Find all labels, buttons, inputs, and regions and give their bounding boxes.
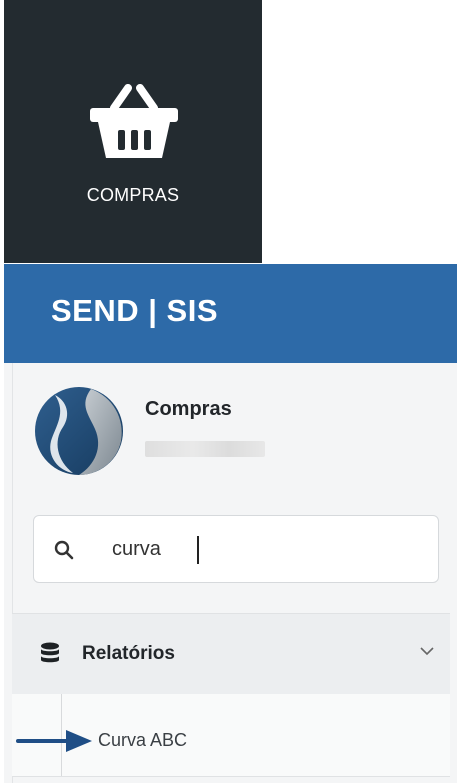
menu-item-curva-abc[interactable]: Curva ABC — [98, 730, 187, 751]
chevron-down-icon[interactable] — [420, 646, 434, 656]
sidebar-panel: Compras Relatórios Curva ABC — [4, 363, 457, 783]
section-label: Relatórios — [82, 643, 175, 664]
brand-title: SEND | SIS — [51, 293, 218, 328]
menu-section-relatorios[interactable]: Relatórios — [12, 613, 450, 695]
compras-module-tile[interactable]: COMPRAS — [4, 0, 262, 263]
search-icon — [54, 540, 74, 560]
database-icon — [41, 642, 59, 663]
module-subtitle-blurred — [145, 441, 265, 457]
send-logo-icon — [35, 387, 123, 475]
module-title: Compras — [145, 398, 232, 420]
menu-search-box[interactable] — [33, 515, 439, 583]
basket-icon — [90, 84, 178, 158]
arrow-right-icon — [16, 730, 92, 752]
text-caret — [197, 536, 199, 564]
tile-label: COMPRAS — [86, 185, 180, 205]
search-input[interactable] — [112, 534, 412, 564]
app-header: SEND | SIS — [4, 264, 457, 363]
